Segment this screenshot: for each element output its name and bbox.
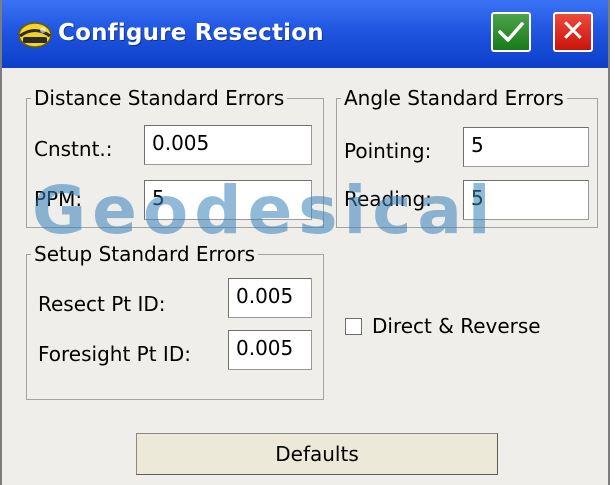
reading-label: Reading:	[344, 187, 432, 211]
setup-standard-errors-group: Setup Standard Errors	[26, 242, 324, 400]
foresight-pt-id-input[interactable]: 0.005	[228, 330, 312, 370]
resect-pt-id-input[interactable]: 0.005	[228, 278, 312, 318]
foresight-pt-id-label: Foresight Pt ID:	[38, 342, 191, 366]
cnstnt-input[interactable]: 0.005	[144, 125, 312, 165]
close-button[interactable]: ✕	[553, 12, 593, 52]
defaults-button-label: Defaults	[275, 442, 359, 466]
ppm-input[interactable]: 5	[144, 180, 312, 220]
checkmark-icon	[498, 22, 524, 42]
defaults-button[interactable]: Defaults	[136, 433, 498, 475]
surveyor-helmet-icon	[18, 22, 52, 48]
direct-reverse-label[interactable]: Direct & Reverse	[372, 314, 541, 338]
distance-group-legend: Distance Standard Errors	[34, 86, 285, 110]
ok-button[interactable]	[491, 12, 531, 52]
reading-input[interactable]: 5	[463, 180, 589, 220]
window-title: Configure Resection	[58, 20, 324, 46]
ppm-label: PPM:	[34, 187, 83, 211]
resect-pt-id-label: Resect Pt ID:	[38, 292, 166, 316]
title-bar: Configure Resection ✕	[2, 0, 608, 68]
direct-reverse-checkbox[interactable]	[345, 318, 362, 335]
close-x-icon: ✕	[560, 14, 586, 49]
cnstnt-label: Cnstnt.:	[34, 137, 113, 161]
angle-group-legend: Angle Standard Errors	[344, 86, 564, 110]
setup-group-legend: Setup Standard Errors	[34, 242, 256, 266]
pointing-label: Pointing:	[344, 139, 432, 163]
configure-resection-dialog: Configure Resection ✕ Distance Standard …	[0, 0, 610, 485]
pointing-input[interactable]: 5	[463, 127, 589, 167]
